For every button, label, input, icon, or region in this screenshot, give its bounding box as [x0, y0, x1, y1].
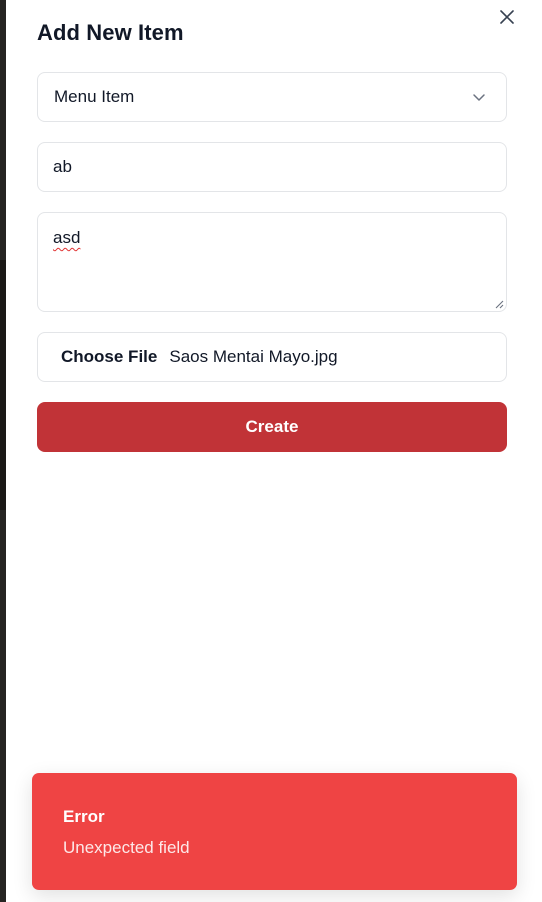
chevron-down-icon — [473, 94, 485, 101]
add-item-sheet: Add New Item Menu Item ab asd Choose Fil… — [6, 0, 542, 902]
close-button[interactable] — [498, 8, 516, 26]
toast-message: Unexpected field — [63, 838, 190, 857]
name-input-value: ab — [53, 157, 72, 176]
create-button[interactable]: Create — [37, 402, 507, 452]
selected-file-name: Saos Mentai Mayo.jpg — [169, 347, 338, 366]
item-type-select[interactable]: Menu Item — [37, 72, 507, 122]
item-type-value: Menu Item — [54, 87, 135, 106]
dialog-title: Add New Item — [37, 20, 184, 45]
resize-grip-icon[interactable] — [494, 299, 504, 309]
toast-title: Error — [63, 807, 105, 826]
choose-file-button[interactable]: Choose File — [61, 347, 157, 367]
description-textarea[interactable]: asd — [37, 212, 507, 312]
description-value: asd — [53, 228, 81, 247]
image-file-input[interactable]: Choose File Saos Mentai Mayo.jpg — [37, 332, 507, 382]
error-toast[interactable]: Error Unexpected field — [32, 773, 517, 890]
name-input[interactable]: ab — [37, 142, 507, 192]
close-icon — [500, 10, 514, 24]
